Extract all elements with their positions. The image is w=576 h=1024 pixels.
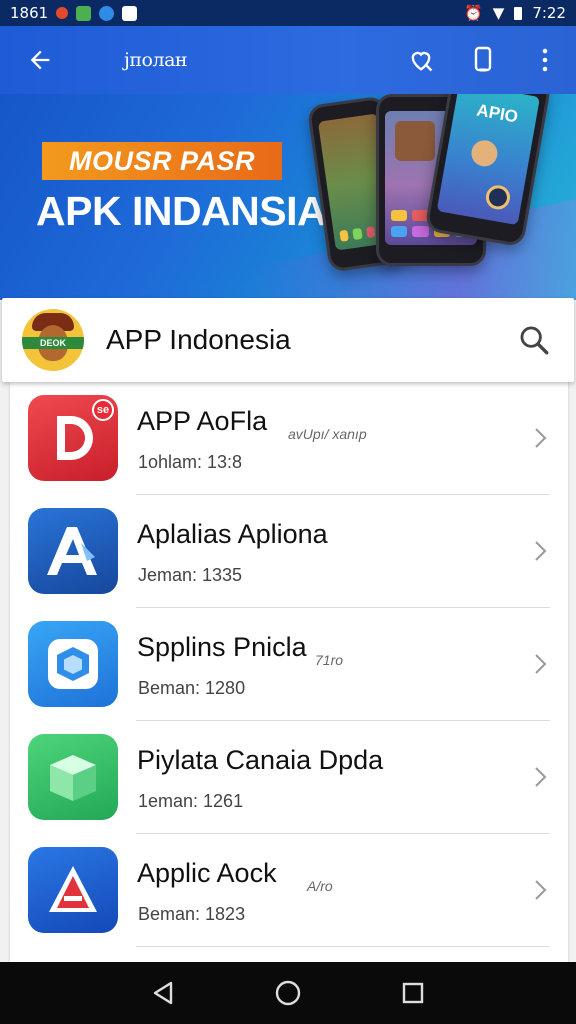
phone-illustration-right: APIO bbox=[424, 94, 552, 248]
battery-icon bbox=[514, 6, 523, 20]
list-item[interactable]: Aplalias Apliona Jeman: 1335 bbox=[10, 495, 568, 608]
app-badge: se bbox=[92, 399, 114, 421]
arrow-left-icon bbox=[30, 50, 50, 70]
letter-d-icon: se bbox=[28, 395, 118, 481]
app-name: Applic Aock bbox=[137, 858, 277, 888]
circle-home-icon bbox=[275, 980, 301, 1006]
cube-icon bbox=[28, 621, 118, 707]
back-button[interactable] bbox=[0, 26, 80, 94]
list-item[interactable]: Piylata Canaia Dpda 1eman: 1261 bbox=[10, 721, 568, 834]
image-icon bbox=[122, 5, 138, 21]
app-note: 71ro bbox=[315, 652, 344, 668]
app-meta: 1ohlam: 13:8 bbox=[138, 452, 243, 472]
app-bar: јполан bbox=[0, 26, 576, 94]
logo-ribbon: DEOK bbox=[22, 337, 84, 349]
app-meta: Beman: 1823 bbox=[138, 904, 246, 924]
app-meta: 1eman: 1261 bbox=[138, 791, 244, 811]
triangle-a-icon bbox=[28, 847, 118, 933]
search-title: APP Indonesia bbox=[106, 324, 291, 355]
status-time-left: 1861 bbox=[10, 4, 49, 22]
system-nav-bar bbox=[0, 962, 576, 1024]
search-card[interactable]: DEOK APP Indonesia bbox=[2, 298, 574, 382]
app-meta: Jeman: 1335 bbox=[138, 565, 243, 585]
list-item[interactable]: Spplins Pnicla 71ro Beman: 1280 bbox=[10, 608, 568, 721]
app-name: Piylata Canaia Dpda bbox=[137, 745, 384, 775]
letter-a-icon bbox=[28, 508, 118, 594]
status-time-right: 7:22 bbox=[532, 4, 566, 22]
banner-headline: APK INDANSIA bbox=[36, 188, 327, 234]
device-button[interactable] bbox=[452, 26, 514, 94]
chevron-right-icon bbox=[530, 876, 550, 904]
chevron-right-icon bbox=[530, 650, 550, 678]
nav-home-button[interactable] bbox=[258, 962, 318, 1024]
notification-icon bbox=[56, 7, 69, 19]
promo-banner[interactable]: MOUSR PASR APK INDANSIA APIO bbox=[0, 94, 576, 300]
app-bar-title: јполан bbox=[124, 49, 188, 71]
divider bbox=[136, 946, 550, 947]
nav-back-button[interactable] bbox=[133, 962, 193, 1024]
chevron-right-icon bbox=[530, 424, 550, 452]
list-item[interactable]: se APP AoFla avUpı/ xanıp 1ohlam: 13:8 bbox=[10, 382, 568, 495]
messenger-icon bbox=[99, 5, 115, 21]
app-note: A/ro bbox=[307, 878, 333, 894]
brand-logo: DEOK bbox=[22, 309, 84, 371]
wifi-icon: ▼ bbox=[492, 4, 505, 22]
banner-tag: MOUSR PASR bbox=[42, 142, 282, 180]
list-item[interactable]: Applic Aock A/ro Beman: 1823 bbox=[10, 834, 568, 947]
status-bar: 1861 ⏰ ▼ 7:22 bbox=[0, 0, 576, 26]
search-button[interactable] bbox=[494, 298, 574, 382]
favorite-button[interactable] bbox=[390, 26, 452, 94]
square-recents-icon bbox=[403, 982, 424, 1004]
search-icon bbox=[520, 326, 549, 355]
alarm-icon: ⏰ bbox=[464, 4, 483, 22]
app-note: avUpı/ xanıp bbox=[288, 426, 367, 442]
app-name: Aplalias Apliona bbox=[137, 519, 328, 549]
phone-icon bbox=[474, 46, 492, 72]
nav-recents-button[interactable] bbox=[383, 962, 443, 1024]
box-icon bbox=[28, 734, 118, 820]
chevron-right-icon bbox=[530, 763, 550, 791]
screen: 1861 ⏰ ▼ 7:22 јполан MOUSR PASR APK INDA… bbox=[0, 0, 576, 1024]
phone-label: APIO bbox=[475, 100, 520, 127]
more-options-button[interactable] bbox=[514, 26, 576, 94]
app-meta: Beman: 1280 bbox=[138, 678, 246, 698]
more-vert-icon bbox=[542, 48, 548, 72]
chevron-right-icon bbox=[530, 537, 550, 565]
app-name: APP AoFla bbox=[137, 406, 268, 436]
map-icon bbox=[76, 5, 92, 21]
triangle-back-icon bbox=[153, 981, 172, 1005]
app-list: se APP AoFla avUpı/ xanıp 1ohlam: 13:8 A… bbox=[10, 382, 568, 962]
app-name: Spplins Pnicla bbox=[137, 632, 307, 662]
heart-icon bbox=[411, 51, 433, 72]
